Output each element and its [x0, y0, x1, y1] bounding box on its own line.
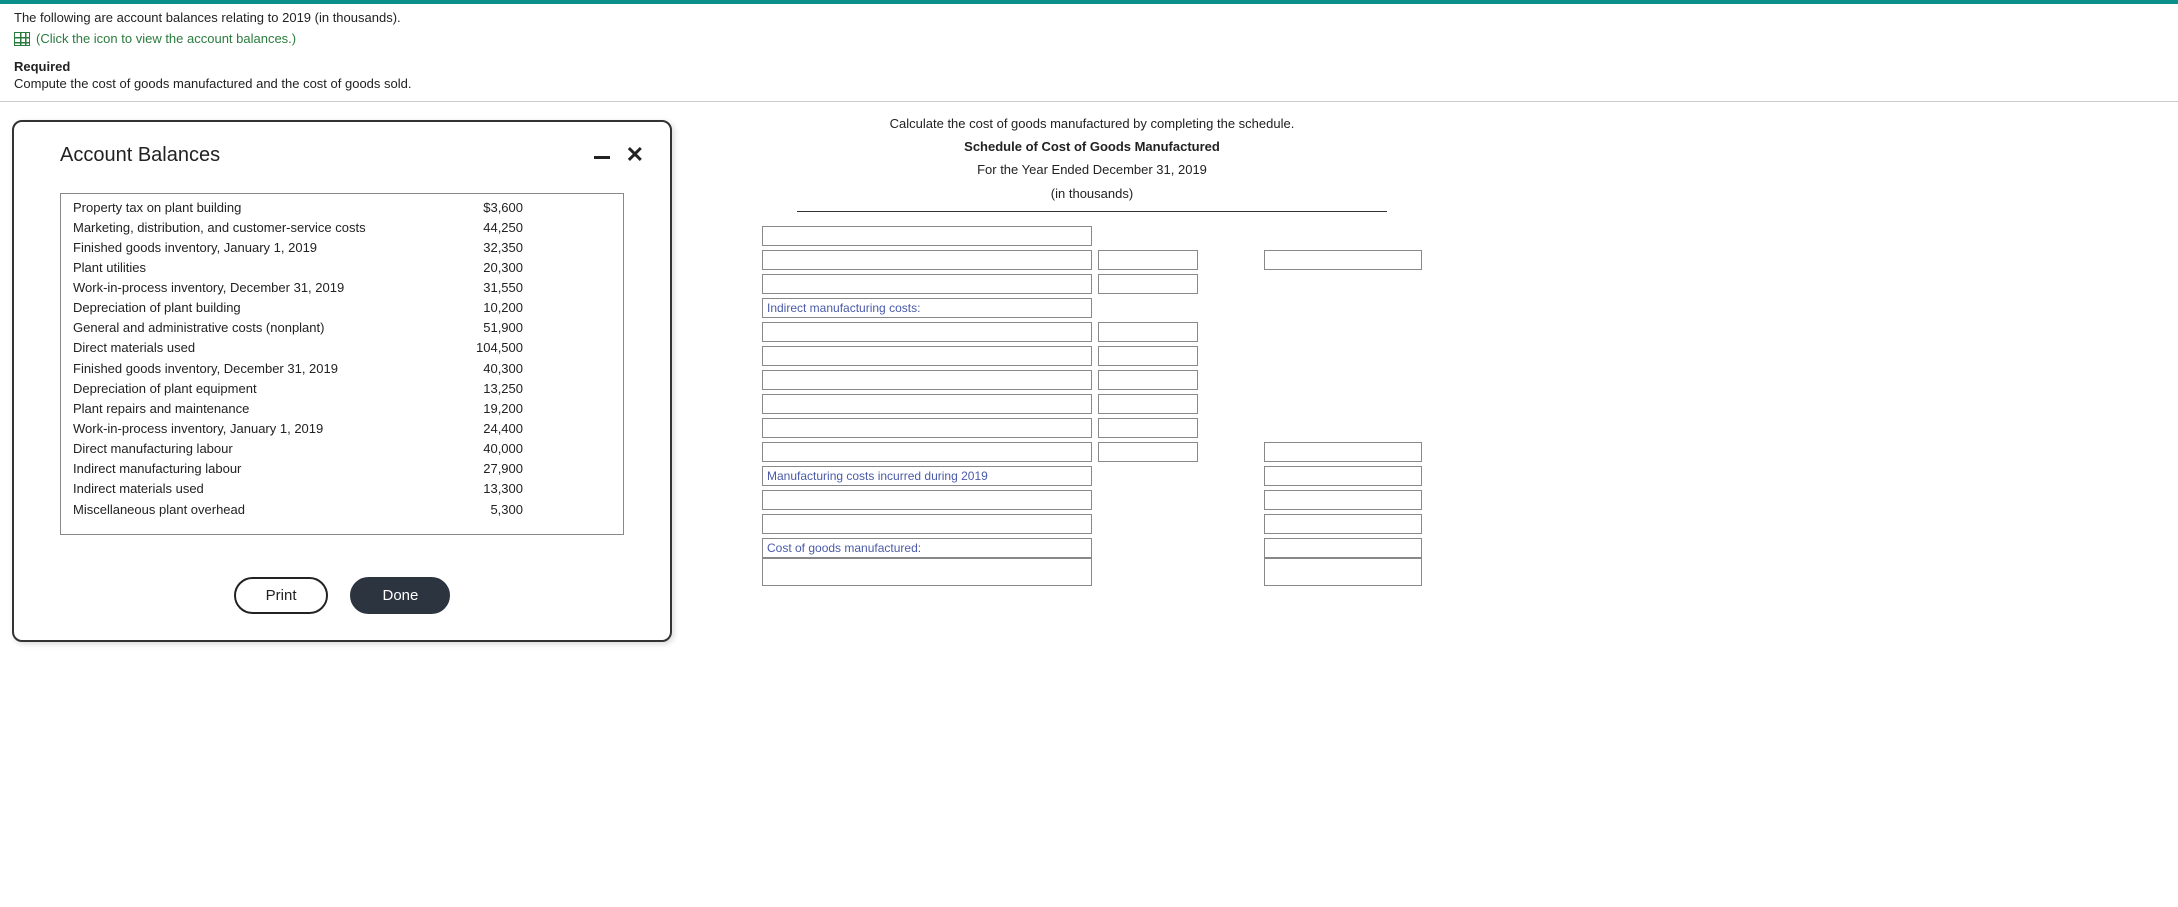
table-row: Plant utilities20,300	[73, 258, 611, 278]
balances-table: Property tax on plant building$3,600 Mar…	[60, 193, 624, 535]
account-balances-modal: Account Balances ✕ Property tax on plant…	[12, 120, 672, 642]
schedule-value-input[interactable]	[1098, 322, 1198, 342]
schedule-value-input[interactable]	[1098, 346, 1198, 366]
divider	[797, 211, 1387, 212]
schedule-label-input[interactable]	[762, 346, 1092, 366]
table-row: Miscellaneous plant overhead5,300	[73, 500, 611, 520]
schedule-value-input[interactable]	[1098, 394, 1198, 414]
table-icon	[14, 32, 30, 46]
modal-title: Account Balances	[60, 144, 220, 167]
table-row: Finished goods inventory, January 1, 201…	[73, 238, 611, 258]
schedule-value-input[interactable]	[1264, 538, 1422, 558]
schedule-label-input[interactable]	[762, 322, 1092, 342]
table-row: Work-in-process inventory, January 1, 20…	[73, 419, 611, 439]
mfg-costs-label: Manufacturing costs incurred during 2019	[762, 466, 1092, 486]
table-row: Indirect materials used13,300	[73, 479, 611, 499]
table-row: Plant repairs and maintenance19,200	[73, 399, 611, 419]
schedule-value-input[interactable]	[1264, 558, 1422, 586]
schedule-title: Schedule of Cost of Goods Manufactured	[762, 135, 1422, 158]
table-row: Depreciation of plant equipment13,250	[73, 379, 611, 399]
schedule-label-input[interactable]	[762, 250, 1092, 270]
minimize-icon[interactable]	[594, 156, 610, 159]
icon-link-text: (Click the icon to view the account bala…	[36, 31, 296, 46]
schedule-label-input[interactable]	[762, 442, 1092, 462]
schedule-label-input[interactable]	[762, 370, 1092, 390]
close-icon[interactable]: ✕	[626, 144, 644, 166]
schedule-value-input[interactable]	[1098, 250, 1198, 270]
table-row: Direct materials used104,500	[73, 338, 611, 358]
table-row: Indirect manufacturing labour27,900	[73, 459, 611, 479]
schedule-value-input[interactable]	[1264, 490, 1422, 510]
schedule-value-input[interactable]	[1264, 250, 1422, 270]
table-row: Depreciation of plant building10,200	[73, 298, 611, 318]
schedule-label-input[interactable]	[762, 490, 1092, 510]
schedule-label-input[interactable]	[762, 514, 1092, 534]
schedule-value-input[interactable]	[1098, 370, 1198, 390]
indirect-costs-label: Indirect manufacturing costs:	[762, 298, 1092, 318]
schedule-label-input[interactable]	[762, 558, 1092, 586]
cogm-label: Cost of goods manufactured:	[762, 538, 1092, 558]
required-text: Compute the cost of goods manufactured a…	[14, 76, 2164, 91]
schedule-value-input[interactable]	[1264, 442, 1422, 462]
schedule-subtitle: For the Year Ended December 31, 2019	[762, 158, 1422, 181]
schedule-value-input[interactable]	[1098, 442, 1198, 462]
table-row: Finished goods inventory, December 31, 2…	[73, 359, 611, 379]
schedule-label-input[interactable]	[762, 394, 1092, 414]
table-row: Direct manufacturing labour40,000	[73, 439, 611, 459]
print-button[interactable]: Print	[234, 577, 329, 614]
schedule-units: (in thousands)	[762, 182, 1422, 205]
schedule-value-input[interactable]	[1264, 514, 1422, 534]
done-button[interactable]: Done	[350, 577, 450, 614]
required-heading: Required	[14, 59, 2164, 74]
view-balances-link[interactable]: (Click the icon to view the account bala…	[14, 31, 296, 46]
schedule-value-input[interactable]	[1098, 274, 1198, 294]
table-row: Property tax on plant building$3,600	[73, 198, 611, 218]
table-row: General and administrative costs (nonpla…	[73, 318, 611, 338]
schedule-value-input[interactable]	[1098, 418, 1198, 438]
schedule-label-input[interactable]	[762, 226, 1092, 246]
intro-text: The following are account balances relat…	[14, 10, 2164, 25]
schedule-value-input[interactable]	[1264, 466, 1422, 486]
schedule-label-input[interactable]	[762, 418, 1092, 438]
table-row: Marketing, distribution, and customer-se…	[73, 218, 611, 238]
table-row: Work-in-process inventory, December 31, …	[73, 278, 611, 298]
schedule-instruction: Calculate the cost of goods manufactured…	[762, 112, 1422, 135]
schedule-label-input[interactable]	[762, 274, 1092, 294]
schedule-worksheet: Calculate the cost of goods manufactured…	[762, 112, 1422, 585]
problem-header: The following are account balances relat…	[0, 0, 2178, 102]
